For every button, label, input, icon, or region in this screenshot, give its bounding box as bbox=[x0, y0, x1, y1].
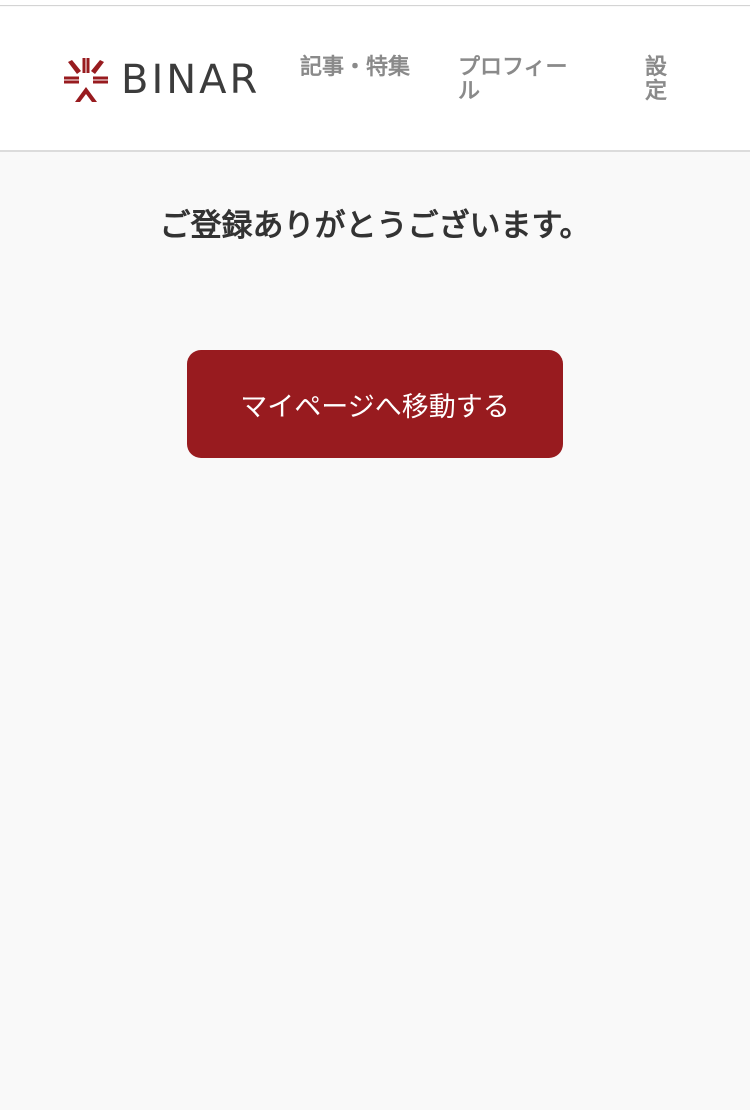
site-header: BINAR 記事・特集 プロフィール 設定 bbox=[0, 7, 750, 152]
site-logo[interactable]: BINAR bbox=[63, 57, 260, 103]
nav-articles-link[interactable]: 記事・特集 bbox=[300, 56, 410, 80]
asterisk-star-logo-icon bbox=[64, 58, 108, 102]
nav-settings-link[interactable]: 設定 bbox=[645, 56, 671, 104]
top-border bbox=[0, 0, 750, 6]
go-to-mypage-button[interactable]: マイページへ移動する bbox=[187, 350, 563, 458]
registration-thanks-message: ご登録ありがとうございます。 bbox=[159, 208, 591, 244]
nav-profile-link[interactable]: プロフィール bbox=[458, 56, 588, 104]
logo-text: BINAR bbox=[121, 57, 261, 103]
